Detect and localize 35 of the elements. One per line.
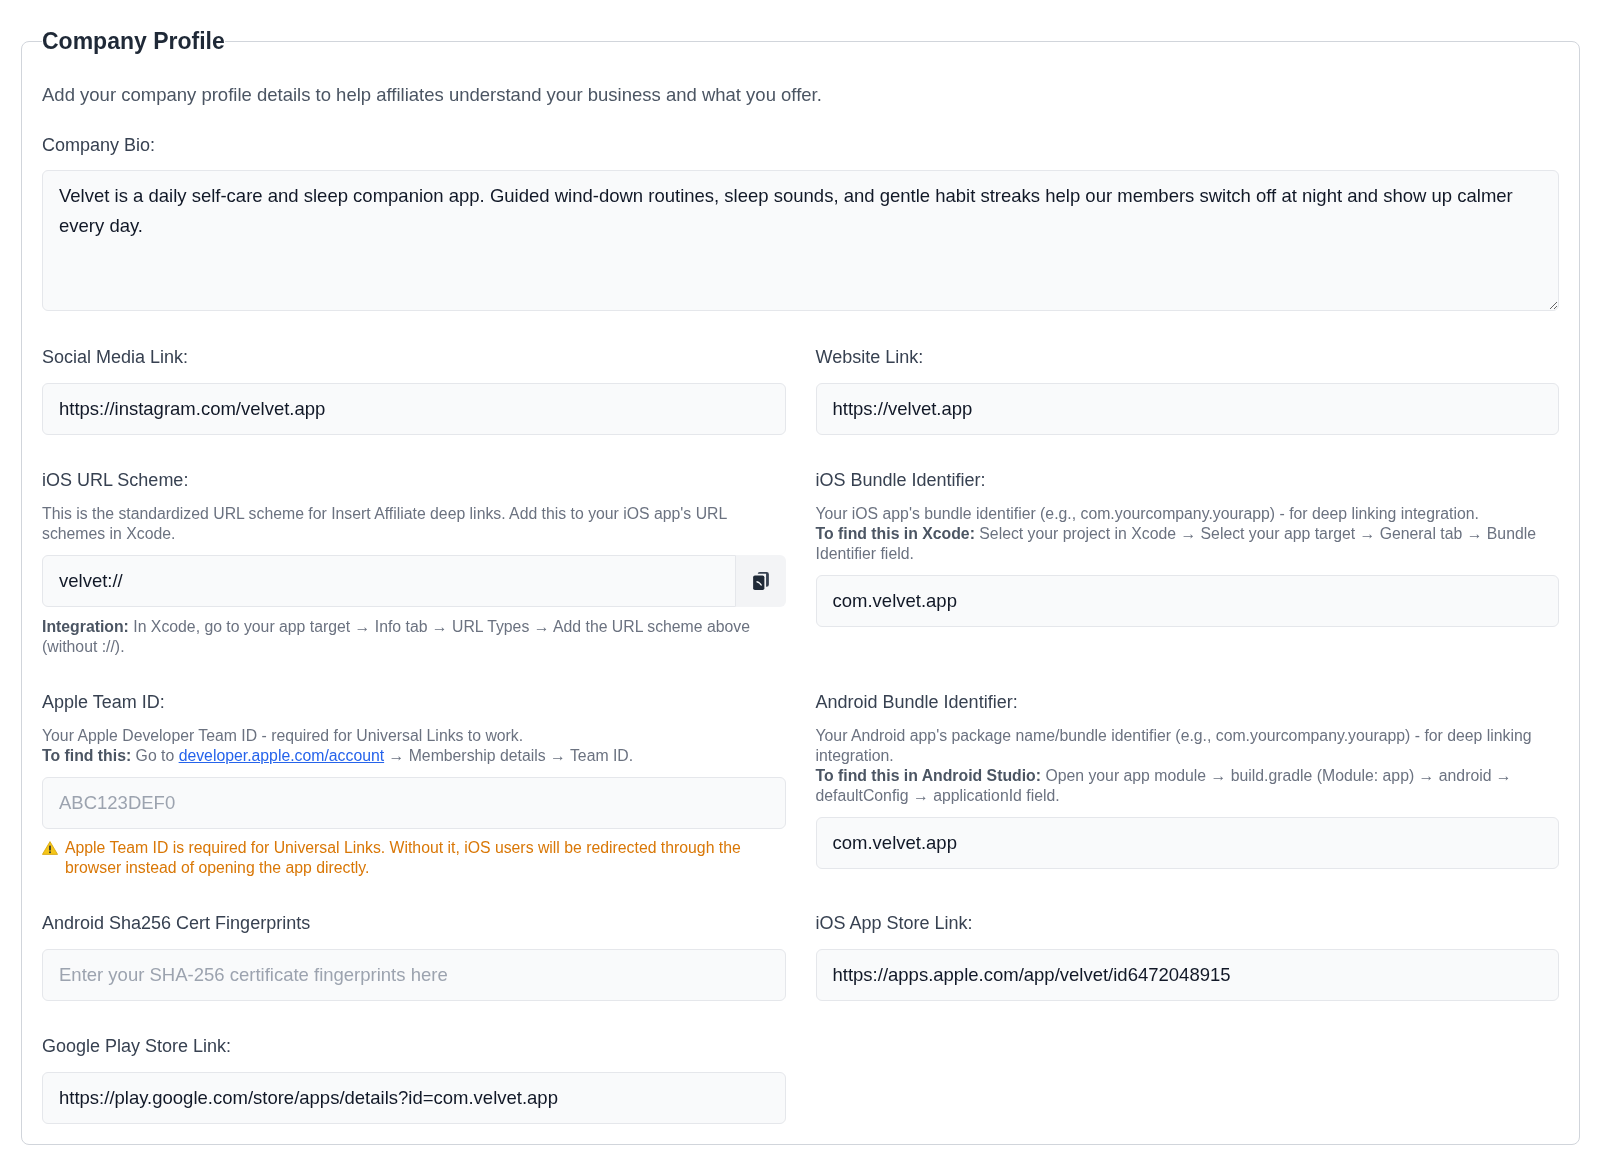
copy-icon	[752, 572, 769, 590]
input-field[interactable]: ABC123DEF0	[42, 777, 786, 829]
input-field[interactable]: Enter your SHA-256 certificate fingerprints here	[42, 949, 786, 1001]
help-text: Your Android app's package name/bundle identifier (e.g., com.yourcompany.yourapp) - for deep linking integration.	[815, 726, 1533, 766]
field-label: iOS App Store Link:	[815, 912, 973, 935]
field-label: Android Sha256 Cert Fingerprints	[42, 912, 311, 935]
help-text: Your iOS app's bundle identifier (e.g., com.yourcompany.yourapp) - for deep linking integration.	[815, 504, 1480, 524]
field-label: Android Bundle Identifier:	[815, 691, 1018, 714]
help-text: Your Apple Developer Team ID - required for Universal Links to work.	[42, 726, 525, 746]
help-text: To find this: Go to developer.apple.com/account → Membership details → Team ID.	[42, 746, 635, 766]
copy-button[interactable]	[735, 555, 786, 607]
input-field[interactable]: https://play.google.com/store/apps/details?id=com.velvet.app	[42, 1072, 786, 1124]
section-description: Add your company profile details to help affiliates understand your business and what you offer.	[42, 83, 823, 107]
field-label: iOS URL Scheme:	[42, 469, 189, 492]
note-text: Integration: In Xcode, go to your app target → Info tab → URL Types → Add the URL scheme above (without ://).	[42, 617, 751, 657]
warning-icon	[42, 841, 58, 855]
help-text: To find this in Xcode: Select your project in Xcode → Select your app target → General tab → Bundle Identifier field.	[815, 524, 1537, 564]
input-field[interactable]: https://apps.apple.com/app/velvet/id6472048915	[815, 949, 1559, 1001]
field-label: Company Bio:	[42, 134, 156, 157]
field-label: iOS Bundle Identifier:	[815, 469, 986, 492]
input-field[interactable]: https://velvet.app	[815, 383, 1559, 435]
input-field[interactable]: velvet://	[42, 555, 736, 607]
text-area-field[interactable]: Velvet is a daily self-care and sleep companion app. Guided wind-down routines, sleep sounds, and gentle habit streaks help our members switch off at night and show up calmer every day.	[42, 170, 1559, 311]
field-label: Website Link:	[815, 346, 924, 369]
input-field[interactable]: com.velvet.app	[815, 575, 1559, 627]
help-text: To find this in Android Studio: Open your app module → build.gradle (Module: app) → android → defaultConfig → applicationId field.	[815, 766, 1513, 806]
field-label: Google Play Store Link:	[42, 1035, 232, 1058]
link[interactable]: developer.apple.com/account	[178, 747, 385, 764]
help-text: This is the standardized URL scheme for Insert Affiliate deep links. Add this to your iOS app's URL schemes in Xcode.	[42, 504, 728, 544]
warning-text: Apple Team ID is required for Universal Links. Without it, iOS users will be redirected through the browser instead of opening the app directly.	[65, 838, 742, 878]
input-field[interactable]: com.velvet.app	[815, 817, 1559, 869]
input-field[interactable]: https://instagram.com/velvet.app	[42, 383, 786, 435]
field-label: Social Media Link:	[42, 346, 189, 369]
field-label: Apple Team ID:	[42, 691, 165, 714]
section-title: Company Profile	[42, 27, 225, 56]
